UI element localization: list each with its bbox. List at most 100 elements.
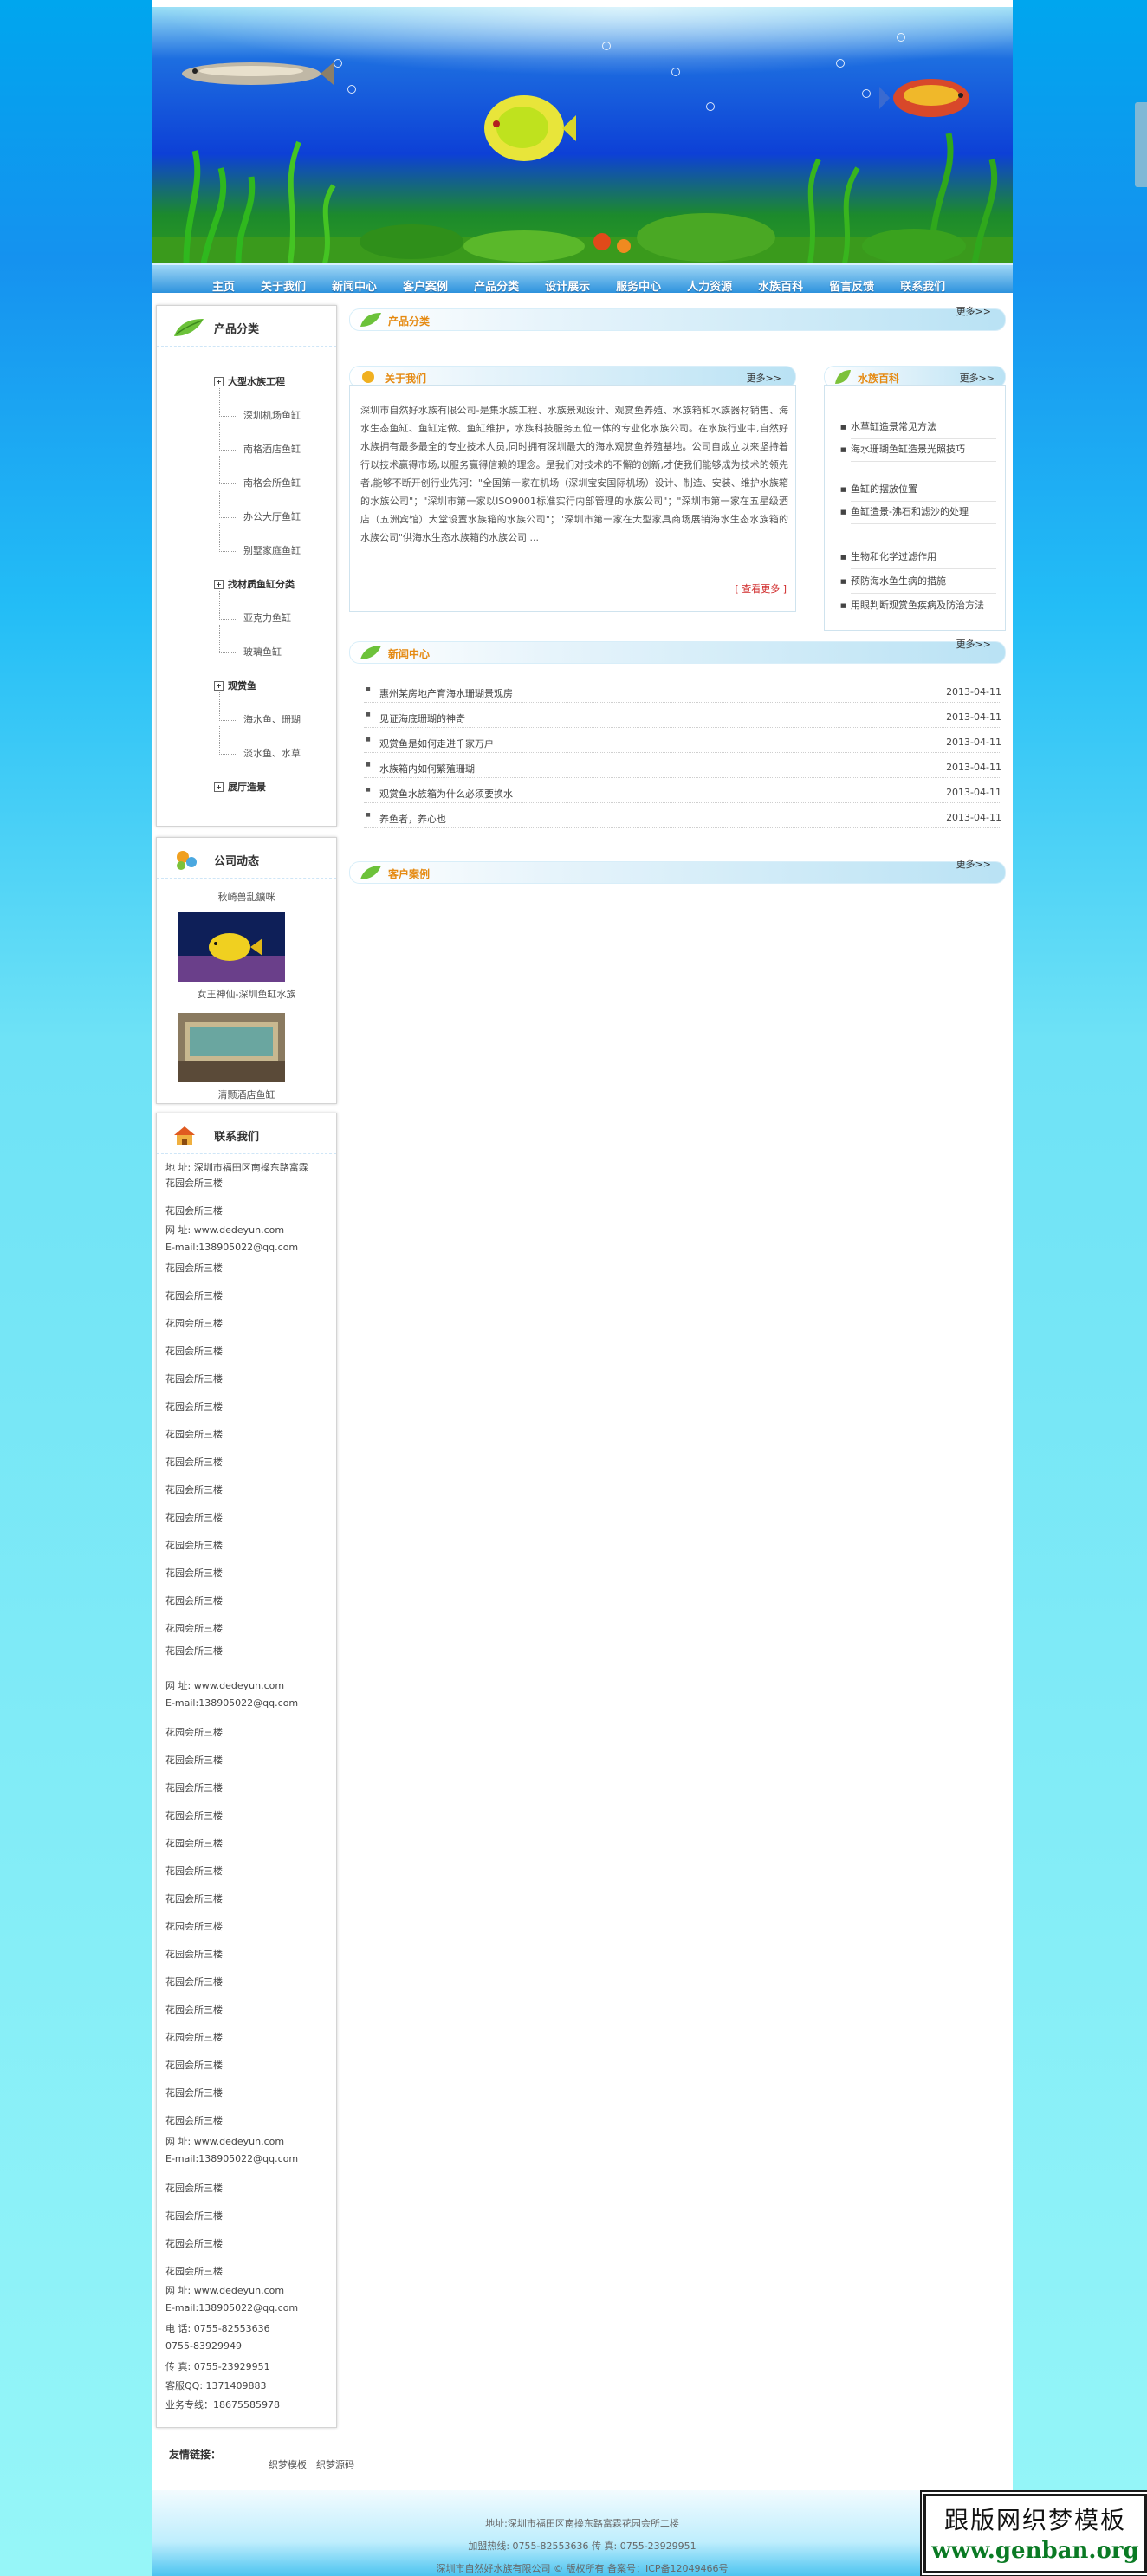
contact-line: 花园会所三楼 — [165, 1318, 223, 1329]
category-item[interactable]: + 展厅造景 — [157, 781, 336, 814]
more-link[interactable]: 更多>> — [956, 857, 991, 871]
subcategory-item[interactable]: 亚克力鱼缸 — [157, 591, 336, 646]
sidebar-products-header: 产品分类 — [157, 306, 336, 347]
footer-address: 地址:深圳市福田区南操东路富霖花园会所二楼 — [485, 2518, 679, 2529]
bubble-icon — [897, 33, 905, 42]
cases-title: 客户案例 — [388, 868, 431, 880]
expand-icon[interactable]: + — [214, 580, 224, 589]
news-item[interactable]: 水族箱内如何繁殖珊瑚2013-04-11 — [364, 756, 1001, 778]
news-bar: 新闻中心 更多>> — [349, 639, 1006, 664]
nav-item-contact[interactable]: 联系我们 — [900, 277, 945, 294]
leaf-icon — [360, 313, 381, 327]
contact-email: E-mail:138905022@qq.com — [165, 1242, 299, 1253]
encyclopedia-item[interactable]: 鱼缸的摆放位置 — [840, 483, 996, 502]
expand-icon[interactable]: + — [214, 377, 224, 386]
contact-line: 花园会所三楼 — [165, 2032, 223, 2043]
nav-item-service[interactable]: 服务中心 — [616, 277, 661, 294]
encyclopedia-item[interactable]: 预防海水鱼生病的措施 — [840, 574, 996, 594]
case-caption[interactable]: 女王神仙-深圳鱼缸水族 — [157, 987, 336, 1001]
contact-line: 花园会所三楼 — [165, 1346, 223, 1357]
about-text: 深圳市自然好水族有限公司-是集水族工程、水族景观设计、观赏鱼养殖、水族箱和水族器… — [360, 405, 788, 543]
contact-fax: 传 真: 0755-23929951 — [165, 2361, 270, 2372]
contact-line: 花园会所三楼 — [165, 2238, 223, 2249]
contact-line: 花园会所三楼 — [165, 1595, 223, 1606]
contact-line: 花园会所三楼 — [165, 1567, 223, 1579]
friend-link[interactable]: 织梦模板 — [269, 2457, 307, 2471]
contact-line: 花园会所三楼 — [165, 1645, 223, 1657]
contact-line: 花园会所三楼 — [165, 2115, 223, 2126]
about-more-link[interactable]: [ 查看更多 ] — [735, 581, 787, 595]
contact-line: 花园会所三楼 — [165, 1457, 223, 1468]
footer-contact: 加盟热线: 0755-82553636 传 真: 0755-23929951 — [468, 2540, 697, 2552]
tree-line — [219, 591, 236, 620]
contact-line: 花园会所三楼 — [165, 1623, 223, 1634]
nav-item-encyclopedia[interactable]: 水族百科 — [758, 277, 803, 294]
news-item[interactable]: 养鱼者，养心也2013-04-11 — [364, 807, 1001, 828]
leaf-icon — [360, 866, 381, 879]
category-item[interactable]: + 观赏鱼 — [157, 679, 336, 713]
encyclopedia-item[interactable]: 鱼缸造景-沸石和滤沙的处理 — [840, 505, 996, 524]
nav-item-hr[interactable]: 人力资源 — [687, 277, 732, 294]
sidebar-company-news: 公司动态 秋崎兽乱鑛咪 女王神仙-深圳鱼缸水族 清颢酒店鱼缸 — [156, 837, 337, 1104]
expand-icon[interactable]: + — [214, 681, 224, 691]
expand-icon[interactable]: + — [214, 782, 224, 792]
contact-line: 花园会所三楼 — [165, 1727, 223, 1738]
contact-line: 花园会所三楼 — [165, 1976, 223, 1988]
bubble-icon — [347, 85, 356, 94]
sidebar-contact-title: 联系我们 — [214, 1131, 260, 1144]
nav-item-news[interactable]: 新闻中心 — [332, 277, 377, 294]
product-section-bar: 产品分类 更多>> — [349, 306, 1006, 331]
aquarium-banner — [152, 7, 1013, 263]
nav-item-products[interactable]: 产品分类 — [474, 277, 519, 294]
contact-line: 花园会所三楼 — [165, 1755, 223, 1766]
tree-line — [219, 625, 236, 653]
contact-line: 花园会所三楼 — [165, 2060, 223, 2071]
watermark-title: 跟版网织梦模板 — [943, 2506, 1126, 2534]
more-link[interactable]: 更多>> — [956, 304, 991, 318]
floating-side-tab[interactable] — [1135, 102, 1147, 187]
nav-item-about[interactable]: 关于我们 — [261, 277, 306, 294]
case-image[interactable] — [178, 912, 285, 982]
leaf-icon — [174, 319, 204, 336]
encyclopedia-item[interactable]: 海水珊瑚鱼缸造景光照技巧 — [840, 443, 996, 462]
encyclopedia-item[interactable]: 生物和化学过滤作用 — [840, 550, 996, 569]
nav-item-cases[interactable]: 客户案例 — [403, 277, 448, 294]
sidebar-products-title: 产品分类 — [214, 323, 260, 336]
sidebar-news-header: 公司动态 — [157, 838, 336, 879]
product-section-title: 产品分类 — [388, 315, 431, 328]
subcategory-item[interactable]: 南格会所鱼缸 — [157, 456, 336, 510]
more-link[interactable]: 更多>> — [956, 637, 991, 651]
subcategory-item[interactable]: 玻璃鱼缸 — [157, 625, 336, 679]
nav-item-design[interactable]: 设计展示 — [545, 277, 590, 294]
category-item[interactable]: + 大型水族工程 — [157, 375, 336, 409]
contact-email: E-mail:138905022@qq.com — [165, 2302, 299, 2313]
case-image[interactable] — [178, 1013, 285, 1082]
category-item[interactable]: + 找材质鱼缸分类 — [157, 578, 336, 612]
news-item[interactable]: 观赏鱼水族箱为什么必须要换水2013-04-11 — [364, 782, 1001, 803]
contact-web: 网 址: www.dedeyun.com — [165, 2136, 285, 2147]
contact-line: 花园会所三楼 — [165, 1810, 223, 1821]
aquatic-plants-icon — [152, 133, 1013, 263]
subcategory-item[interactable]: 海水鱼、珊瑚 — [157, 692, 336, 747]
encyclopedia-item[interactable]: 用眼判断观赏鱼疾病及防治方法 — [840, 599, 996, 617]
friend-link[interactable]: 织梦源码 — [316, 2457, 354, 2471]
nav-item-feedback[interactable]: 留言反馈 — [829, 277, 874, 294]
news-item[interactable]: 观赏鱼是如何走进千家万户2013-04-11 — [364, 731, 1001, 753]
nav-item-home[interactable]: 主页 — [212, 277, 235, 294]
subcategory-item[interactable]: 南格酒店鱼缸 — [157, 422, 336, 477]
subcategory-item[interactable]: 别墅家庭鱼缸 — [157, 523, 336, 578]
subcategory-item[interactable]: 办公大厅鱼缸 — [157, 490, 336, 544]
subcategory-item[interactable]: 淡水鱼、水草 — [157, 726, 336, 781]
more-link[interactable]: 更多>> — [960, 371, 995, 385]
case-caption[interactable]: 清颢酒店鱼缸 — [157, 1087, 336, 1101]
news-item[interactable]: 惠州某房地产育海水珊瑚景观房2013-04-11 — [364, 681, 1001, 703]
encyclopedia-panel: 水草缸造景常见方法 海水珊瑚鱼缸造景光照技巧 鱼缸的摆放位置 鱼缸造景-沸石和滤… — [824, 385, 1006, 631]
tree-line — [219, 388, 236, 417]
news-item[interactable]: 见证海底珊瑚的神奇2013-04-11 — [364, 706, 1001, 728]
encyclopedia-item[interactable]: 水草缸造景常见方法 — [840, 420, 996, 439]
contact-line: 花园会所三楼 — [165, 1262, 223, 1274]
contact-web: 网 址: www.dedeyun.com — [165, 1680, 285, 1691]
subcategory-item[interactable]: 深圳机场鱼缸 — [157, 388, 336, 443]
contact-line: 花园会所三楼 — [165, 1540, 223, 1551]
more-link[interactable]: 更多>> — [747, 371, 781, 385]
